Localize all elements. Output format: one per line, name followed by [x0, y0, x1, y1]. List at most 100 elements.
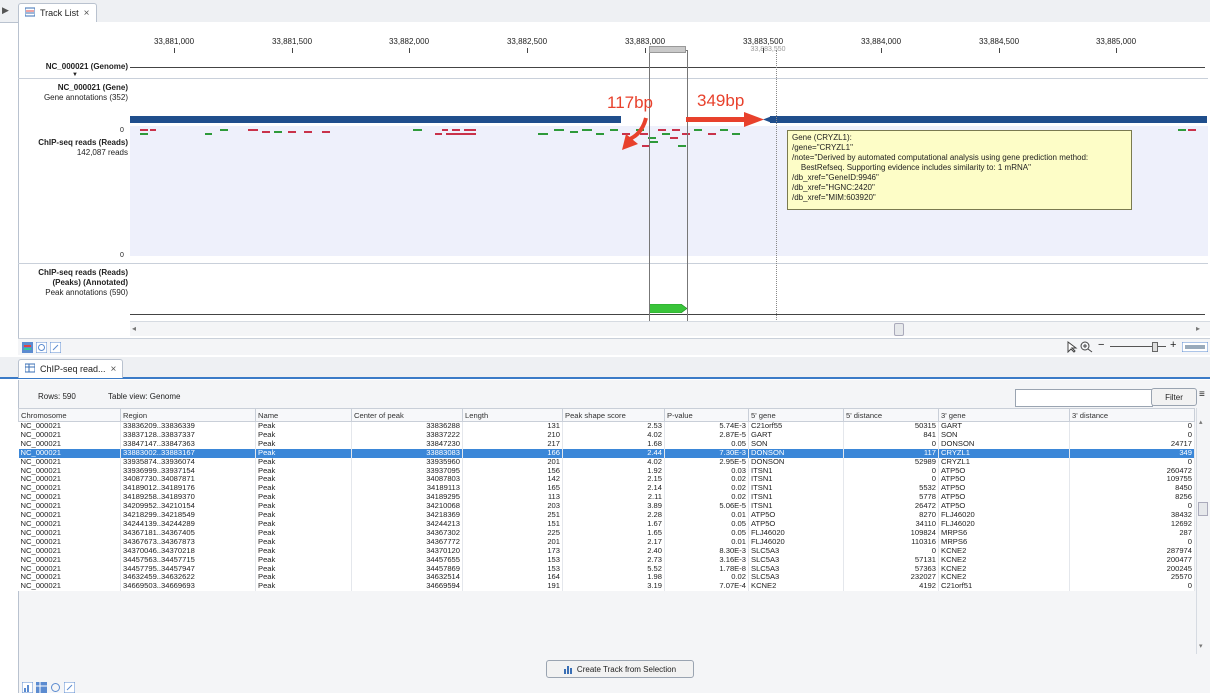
table-row[interactable]: NC_000021 34209952..34210154 Peak 34210068 2…: [18, 502, 1195, 512]
table-cell: 3.16E-3: [664, 555, 749, 565]
scroll-left-icon[interactable]: ◂: [132, 324, 136, 333]
table-row[interactable]: NC_000021 33837128..33837337 Peak 33837222 2…: [18, 430, 1195, 440]
filter-input[interactable]: [1015, 389, 1153, 407]
table-cell: ITSN1: [748, 493, 844, 503]
zoom-in-icon[interactable]: [1080, 341, 1094, 353]
track-view-icon[interactable]: [22, 682, 33, 693]
table-cell: Peak: [255, 528, 352, 538]
table-row[interactable]: NC_000021 33935874..33936074 Peak 33935960 2…: [18, 457, 1195, 467]
scroll-thumb[interactable]: [894, 323, 904, 336]
tab-chip-seq-table[interactable]: ChIP-seq read... ×: [18, 359, 124, 378]
gene-bar-cryzl1[interactable]: [770, 116, 1207, 123]
genome-track-label[interactable]: NC_000021 (Genome): [18, 62, 128, 72]
table-cell: ATP5O: [938, 466, 1070, 476]
table-cell: NC_000021: [18, 475, 121, 485]
close-icon[interactable]: ×: [111, 364, 117, 375]
selection-mode-icon[interactable]: [1066, 341, 1078, 353]
close-icon[interactable]: ×: [84, 8, 90, 19]
column-header[interactable]: Length: [462, 408, 563, 422]
column-settings-icon[interactable]: ≡: [1199, 389, 1205, 400]
track-separator: [18, 78, 1208, 79]
column-header[interactable]: 3' gene: [938, 408, 1070, 422]
create-track-label: Create Track from Selection: [576, 664, 677, 674]
notes-icon[interactable]: [50, 342, 61, 353]
table-cell: 0.01: [664, 511, 749, 520]
column-header[interactable]: P-value: [664, 408, 749, 422]
tooltip-line: /gene="CRYZL1": [792, 143, 853, 152]
scroll-down-icon[interactable]: ▾: [1199, 642, 1203, 650]
tab-track-list[interactable]: Track List ×: [18, 3, 97, 22]
column-header[interactable]: 3' distance: [1069, 408, 1195, 422]
table-row[interactable]: NC_000021 34367673..34367873 Peak 34367772 2…: [18, 537, 1195, 547]
table-row[interactable]: NC_000021 34457795..34457947 Peak 34457869 1…: [18, 564, 1195, 574]
table-cell: FLJ46020: [938, 511, 1070, 520]
vertical-scrollbar[interactable]: ▴ ▾: [1196, 408, 1209, 654]
table-cell: Peak: [255, 484, 352, 494]
table-cell: 50315: [843, 421, 939, 431]
table-row[interactable]: NC_000021 34189012..34189176 Peak 34189113 1…: [18, 484, 1195, 494]
table-cell: 12692: [1069, 519, 1195, 529]
selection-handle[interactable]: [649, 46, 686, 53]
table-cell: ATP5O: [938, 475, 1070, 485]
gene-track-label[interactable]: NC_000021 (Gene) Gene annotations (352): [18, 83, 128, 103]
track-view-icon[interactable]: [22, 342, 33, 353]
table-cell: ITSN1: [748, 466, 844, 476]
scroll-right-icon[interactable]: ▸: [1196, 324, 1200, 333]
zoom-slider-thumb[interactable]: [1152, 342, 1158, 352]
selection-region[interactable]: [649, 50, 688, 322]
table-cell: 26472: [843, 502, 939, 512]
column-header[interactable]: Peak shape score: [562, 408, 665, 422]
column-header[interactable]: Chromosome: [18, 408, 121, 422]
peaks-track-label[interactable]: ChIP-seq reads (Reads) (Peaks) (Annotated…: [18, 268, 128, 298]
zoom-plus-icon[interactable]: +: [1170, 339, 1176, 351]
table-view-icon[interactable]: [36, 682, 47, 693]
table-row[interactable]: NC_000021 34367181..34367405 Peak 34367302 2…: [18, 528, 1195, 538]
notes-icon[interactable]: [64, 682, 75, 693]
table-cell: 33837222: [351, 430, 463, 440]
gene-start-arrow-icon: [763, 116, 772, 123]
table-row[interactable]: NC_000021 34218299..34218549 Peak 34218369 2…: [18, 511, 1195, 520]
tooltip-line: /db_xref="MIM:603920": [792, 193, 876, 202]
settings-icon[interactable]: [50, 682, 61, 693]
filter-button[interactable]: Filter: [1151, 388, 1197, 406]
table-row[interactable]: NC_000021 33883002..33883167 Peak 33883083 1…: [18, 448, 1195, 458]
table-cell: C21orf55: [748, 421, 844, 431]
table-row[interactable]: NC_000021 33847147..33847363 Peak 33847230 2…: [18, 439, 1195, 449]
fit-view-icon[interactable]: [1182, 342, 1208, 352]
table-view-icon[interactable]: [36, 342, 47, 353]
table-row[interactable]: NC_000021 34244139..34244289 Peak 34244213 1…: [18, 519, 1195, 529]
track-list-icon: [25, 7, 35, 19]
table-row[interactable]: NC_000021 34370046..34370218 Peak 34370120 1…: [18, 546, 1195, 556]
table-row[interactable]: NC_000021 34087730..34087871 Peak 34087803 1…: [18, 475, 1195, 485]
column-header[interactable]: Region: [120, 408, 256, 422]
table-cell: 52989: [843, 457, 939, 467]
horizontal-scrollbar[interactable]: ◂ ▸: [130, 321, 1210, 336]
create-track-button[interactable]: Create Track from Selection: [546, 660, 694, 678]
table-row[interactable]: NC_000021 33836209..33836339 Peak 33836288 1…: [18, 421, 1195, 431]
table-cell: 33836209..33836339: [120, 421, 256, 431]
gene-bar-donson[interactable]: [130, 116, 621, 123]
table-row[interactable]: NC_000021 34632459..34632622 Peak 34632514 1…: [18, 573, 1195, 583]
scroll-thumb[interactable]: [1198, 502, 1208, 516]
table-cell: 8.30E-3: [664, 546, 749, 556]
table-cell: 33836288: [351, 421, 463, 431]
table-cell: Peak: [255, 475, 352, 485]
column-header[interactable]: Name: [255, 408, 352, 422]
table-cell: SLC5A3: [748, 573, 844, 583]
table-row[interactable]: NC_000021 34669503..34669693 Peak 34669594 1…: [18, 582, 1195, 592]
table-row[interactable]: NC_000021 34189258..34189370 Peak 34189295 1…: [18, 493, 1195, 503]
column-header[interactable]: 5' distance: [843, 408, 939, 422]
table-row[interactable]: NC_000021 33936999..33937154 Peak 33937095 1…: [18, 466, 1195, 476]
table-cell: 8450: [1069, 484, 1195, 494]
collapse-panel-icon[interactable]: ▶: [2, 5, 9, 16]
chip-reads-track-label[interactable]: ChIP-seq reads (Reads) 142,087 reads: [18, 138, 128, 158]
column-header[interactable]: Center of peak: [351, 408, 463, 422]
ruler-tick-label: 33,884,500: [978, 37, 1020, 46]
chart-icon: [563, 665, 572, 674]
table-cell: NC_000021: [18, 484, 121, 494]
column-header[interactable]: 5' gene: [748, 408, 844, 422]
table-row[interactable]: NC_000021 34457563..34457715 Peak 34457655 1…: [18, 555, 1195, 565]
zoom-out-icon[interactable]: −: [1098, 339, 1104, 351]
table-cell: SON: [938, 430, 1070, 440]
scroll-up-icon[interactable]: ▴: [1199, 418, 1203, 426]
